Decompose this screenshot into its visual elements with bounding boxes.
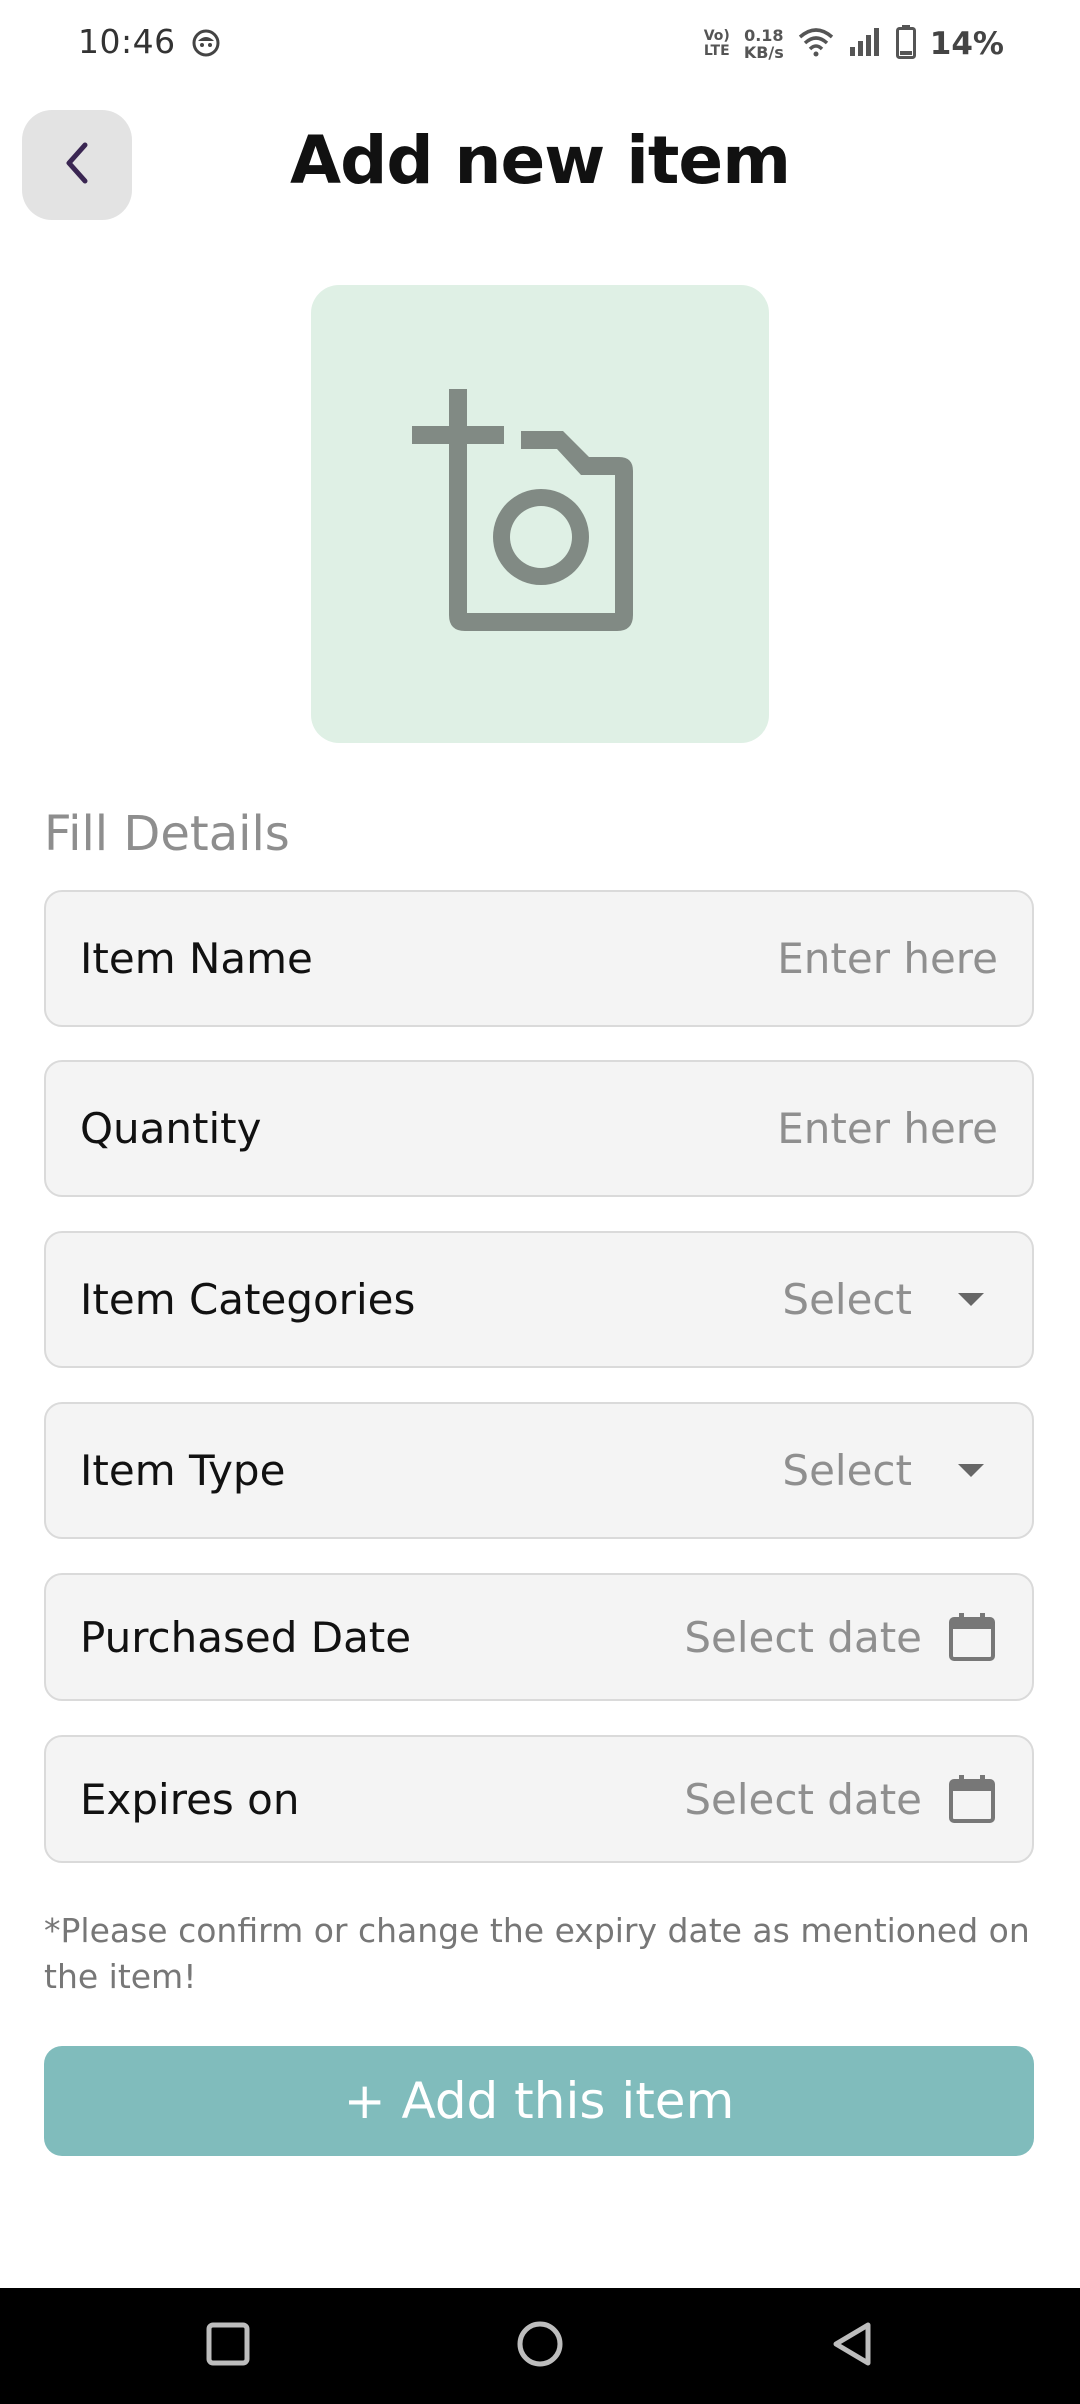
section-title: Fill Details bbox=[44, 806, 290, 862]
app-notification-icon bbox=[190, 27, 222, 59]
item-type-dropdown[interactable]: Item Type Select bbox=[44, 1402, 1034, 1539]
item-name-field[interactable]: Item Name Enter here bbox=[44, 890, 1034, 1027]
calendar-icon[interactable] bbox=[948, 1774, 996, 1824]
add-photo-button[interactable] bbox=[311, 285, 769, 743]
system-nav-bar bbox=[0, 2288, 1080, 2404]
quantity-field[interactable]: Quantity Enter here bbox=[44, 1060, 1034, 1197]
status-bar: 10:46 Vo) LTE 0.18 KB/s 14% bbox=[0, 0, 1080, 90]
volte-indicator: Vo) LTE bbox=[704, 29, 730, 59]
field-label: Expires on bbox=[80, 1774, 300, 1824]
net-speed-value: 0.18 bbox=[744, 26, 784, 45]
field-label: Item Type bbox=[80, 1446, 286, 1495]
net-speed-unit: KB/s bbox=[743, 43, 784, 62]
back-triangle-icon bbox=[830, 2321, 874, 2371]
signal-icon bbox=[848, 27, 882, 61]
date-value[interactable]: Select date bbox=[684, 1775, 922, 1824]
recents-button[interactable] bbox=[168, 2288, 288, 2404]
net-speed: 0.18 KB/s bbox=[744, 27, 784, 61]
recents-square-icon bbox=[206, 2322, 250, 2370]
chevron-down-icon[interactable] bbox=[958, 1293, 984, 1306]
wifi-icon bbox=[798, 27, 834, 61]
back-nav-button[interactable] bbox=[792, 2288, 912, 2404]
chevron-down-icon[interactable] bbox=[958, 1464, 984, 1477]
volte-line2: LTE bbox=[703, 43, 730, 59]
dropdown-value[interactable]: Select bbox=[782, 1275, 912, 1324]
field-label: Purchased Date bbox=[80, 1612, 412, 1662]
home-circle-icon bbox=[516, 2320, 564, 2372]
home-button[interactable] bbox=[480, 2288, 600, 2404]
field-label: Quantity bbox=[80, 1104, 262, 1153]
date-value[interactable]: Select date bbox=[684, 1613, 922, 1662]
field-label: Item Name bbox=[80, 934, 313, 983]
add-item-button[interactable]: + Add this item bbox=[44, 2046, 1034, 2156]
quantity-input[interactable]: Enter here bbox=[777, 1104, 998, 1153]
field-label: Item Categories bbox=[80, 1275, 416, 1324]
status-time: 10:46 bbox=[78, 22, 176, 61]
item-categories-dropdown[interactable]: Item Categories Select bbox=[44, 1231, 1034, 1368]
calendar-icon[interactable] bbox=[948, 1612, 996, 1662]
item-name-input[interactable]: Enter here bbox=[777, 934, 998, 983]
add-photo-icon bbox=[405, 387, 675, 641]
purchased-date-field[interactable]: Purchased Date Select date bbox=[44, 1573, 1034, 1701]
status-indicators: Vo) LTE 0.18 KB/s 14% bbox=[704, 20, 1004, 68]
page-title: Add new item bbox=[290, 122, 791, 199]
expires-on-field[interactable]: Expires on Select date bbox=[44, 1735, 1034, 1863]
battery-icon bbox=[895, 25, 916, 63]
volte-line1: Vo) bbox=[703, 28, 730, 44]
battery-percent: 14% bbox=[929, 26, 1004, 62]
dropdown-value[interactable]: Select bbox=[782, 1446, 912, 1495]
expiry-note: *Please confirm or change the expiry dat… bbox=[44, 1911, 1030, 1996]
